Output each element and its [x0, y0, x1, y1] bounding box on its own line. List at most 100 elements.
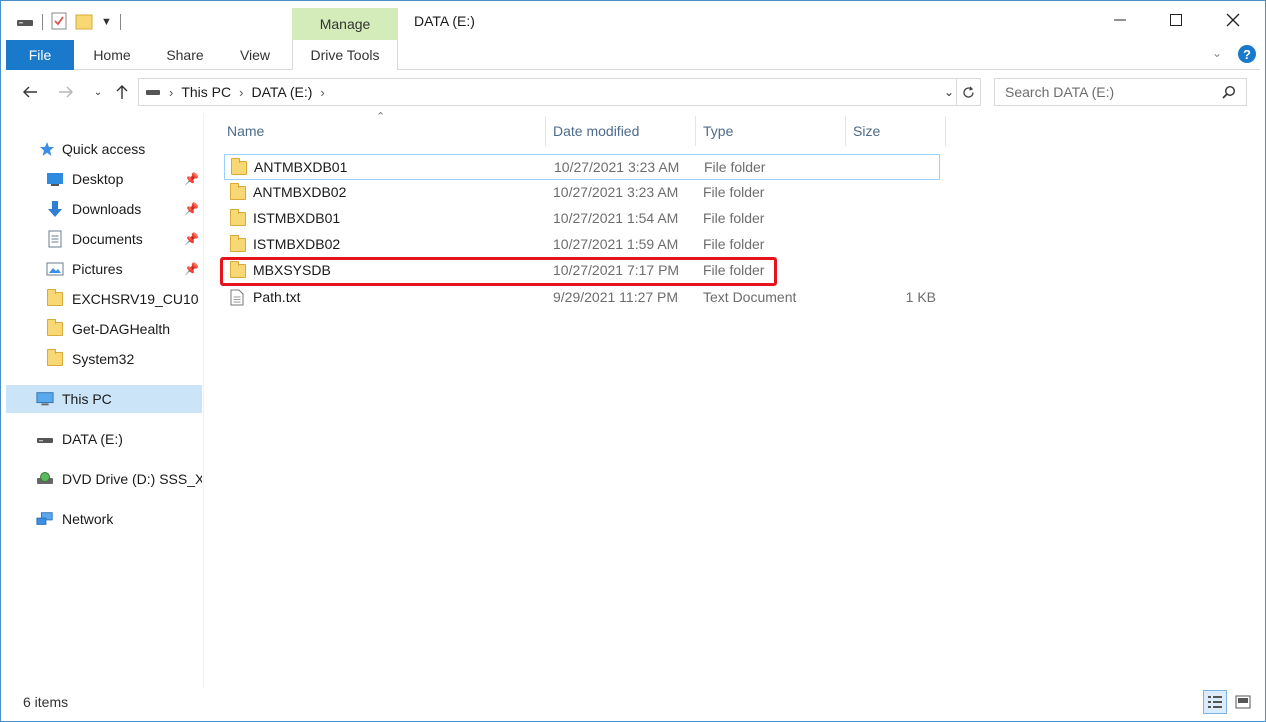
- forward-button[interactable]: [54, 80, 78, 104]
- file-row[interactable]: ANTMBXDB01 10/27/2021 3:23 AM File folde…: [224, 154, 940, 180]
- pin-icon[interactable]: 📌: [184, 262, 199, 276]
- sidebar-item-desktop[interactable]: Desktop 📌: [6, 165, 202, 193]
- large-icons-view-button[interactable]: [1231, 690, 1255, 714]
- file-row[interactable]: Path.txt 9/29/2021 11:27 PM Text Documen…: [224, 285, 940, 311]
- column-divider[interactable]: [545, 116, 546, 146]
- highlight-annotation: [220, 257, 777, 286]
- drive-icon[interactable]: [16, 14, 34, 31]
- close-button[interactable]: [1210, 4, 1256, 36]
- manage-context-tab[interactable]: Manage: [292, 8, 398, 40]
- close-icon: [1226, 13, 1240, 27]
- tab-view[interactable]: View: [228, 40, 282, 70]
- new-folder-icon[interactable]: [75, 12, 93, 33]
- file-row[interactable]: ISTMBXDB02 10/27/2021 1:59 AM File folde…: [224, 232, 940, 258]
- sidebar-item-label: Downloads: [72, 201, 142, 217]
- breadcrumb-separator-icon[interactable]: ›: [169, 85, 173, 100]
- breadcrumb-separator-icon[interactable]: ›: [239, 85, 243, 100]
- tab-home[interactable]: Home: [82, 40, 142, 70]
- pin-icon[interactable]: 📌: [184, 172, 199, 186]
- sidebar-item-label: Get-DAGHealth: [72, 321, 171, 337]
- document-icon: [46, 230, 64, 248]
- search-icon[interactable]: [1222, 85, 1236, 102]
- maximize-button[interactable]: [1153, 4, 1199, 36]
- file-name: Path.txt: [253, 289, 301, 305]
- properties-icon[interactable]: [51, 12, 67, 33]
- up-button[interactable]: [110, 80, 134, 104]
- details-view-button[interactable]: [1203, 690, 1227, 714]
- sidebar-item-label: Pictures: [72, 261, 123, 277]
- sidebar-item-label: EXCHSRV19_CU10: [72, 291, 199, 307]
- column-header-date[interactable]: Date modified: [553, 116, 695, 146]
- file-name: ISTMBXDB02: [253, 236, 341, 252]
- sidebar-item-exchsrv19[interactable]: EXCHSRV19_CU10: [6, 285, 202, 313]
- customize-qat-icon[interactable]: ▼: [101, 16, 112, 28]
- file-name: ISTMBXDB01: [253, 210, 341, 226]
- maximize-icon: [1170, 14, 1182, 26]
- column-header-type[interactable]: Type: [703, 116, 845, 146]
- network-icon: [36, 510, 54, 528]
- sidebar-item-label: This PC: [62, 391, 112, 407]
- navigation-pane: Quick access Desktop 📌 Downloads 📌 Docum…: [6, 118, 202, 688]
- forward-arrow-icon: [59, 86, 73, 98]
- folder-icon: [230, 209, 248, 226]
- chevron-down-icon: ⌄: [93, 86, 103, 98]
- column-divider[interactable]: [695, 116, 696, 146]
- tab-file[interactable]: File: [6, 40, 74, 70]
- sidebar-item-data-drive[interactable]: DATA (E:): [6, 425, 202, 453]
- sidebar-item-get-daghealth[interactable]: Get-DAGHealth: [6, 315, 202, 343]
- pane-divider[interactable]: [203, 114, 204, 688]
- pictures-icon: [46, 260, 64, 278]
- search-box[interactable]: Search DATA (E:): [994, 78, 1247, 106]
- column-divider[interactable]: [945, 116, 946, 146]
- column-divider[interactable]: [845, 116, 846, 146]
- sidebar-item-dvd-drive[interactable]: DVD Drive (D:) SSS_X64: [6, 465, 202, 493]
- file-row[interactable]: ANTMBXDB02 10/27/2021 3:23 AM File folde…: [224, 180, 940, 206]
- large-icons-view-icon: [1235, 695, 1251, 709]
- file-size: 1 KB: [905, 289, 936, 305]
- expand-ribbon-icon[interactable]: ⌄: [1212, 46, 1222, 60]
- tab-share[interactable]: Share: [156, 40, 214, 70]
- sidebar-item-network[interactable]: Network: [6, 505, 202, 533]
- minimize-button[interactable]: [1097, 4, 1143, 36]
- address-dropdown-icon[interactable]: ⌄: [944, 85, 954, 99]
- window-title: DATA (E:): [414, 13, 475, 29]
- sidebar-item-downloads[interactable]: Downloads 📌: [6, 195, 202, 223]
- file-row[interactable]: ISTMBXDB01 10/27/2021 1:54 AM File folde…: [224, 206, 940, 232]
- sidebar-item-system32[interactable]: System32: [6, 345, 202, 373]
- text-file-icon: [230, 289, 248, 306]
- sidebar-item-quick-access[interactable]: Quick access: [6, 135, 202, 163]
- qat-separator: [119, 14, 121, 30]
- column-header-size[interactable]: Size: [853, 116, 943, 146]
- breadcrumb-data-drive[interactable]: DATA (E:): [251, 84, 312, 100]
- breadcrumb-this-pc[interactable]: This PC: [181, 84, 231, 100]
- sidebar-item-this-pc[interactable]: This PC: [6, 385, 202, 413]
- file-type: File folder: [704, 159, 766, 175]
- sidebar-item-pictures[interactable]: Pictures 📌: [6, 255, 202, 283]
- details-view-icon: [1208, 696, 1222, 708]
- file-name: ANTMBXDB02: [253, 184, 347, 200]
- help-icon[interactable]: ?: [1238, 45, 1256, 63]
- breadcrumb-separator-icon[interactable]: ›: [320, 85, 324, 100]
- file-type: File folder: [703, 184, 765, 200]
- quick-access-toolbar: ▼: [16, 10, 121, 34]
- file-type: File folder: [703, 236, 765, 252]
- folder-icon: [46, 319, 64, 338]
- file-date: 10/27/2021 3:23 AM: [553, 184, 679, 200]
- file-type: Text Document: [703, 289, 797, 305]
- folder-icon: [46, 349, 64, 368]
- file-date: 10/27/2021 1:54 AM: [553, 210, 679, 226]
- pin-icon[interactable]: 📌: [184, 232, 199, 246]
- file-name: ANTMBXDB01: [254, 159, 348, 175]
- item-count: 6 items: [23, 694, 69, 710]
- column-header-name[interactable]: Name: [227, 116, 545, 146]
- sidebar-item-documents[interactable]: Documents 📌: [6, 225, 202, 253]
- refresh-icon: [963, 86, 974, 98]
- folder-icon: [46, 289, 64, 308]
- back-button[interactable]: [18, 80, 42, 104]
- tab-drive-tools[interactable]: Drive Tools: [292, 40, 398, 70]
- back-arrow-icon: [23, 86, 37, 98]
- recent-locations-button[interactable]: ⌄: [86, 80, 110, 104]
- pin-icon[interactable]: 📌: [184, 202, 199, 216]
- refresh-button[interactable]: [956, 79, 980, 105]
- address-bar[interactable]: › This PC › DATA (E:) › ⌄: [138, 78, 981, 106]
